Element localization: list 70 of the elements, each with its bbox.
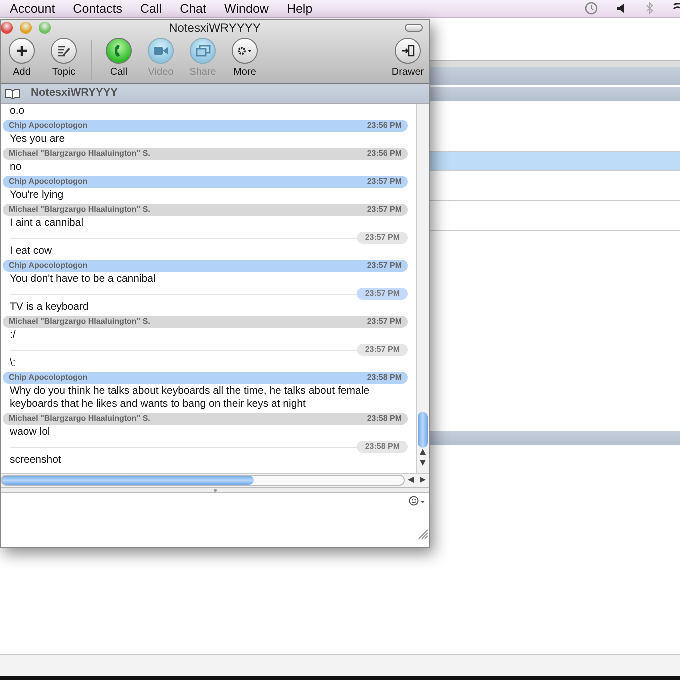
message-time: 23:57 PM	[357, 344, 408, 356]
sender-name: Michael "Blargzargo Hlaaluington" S.	[9, 413, 150, 425]
message-time: 23:58 PM	[367, 372, 402, 384]
message-text: screenshot	[9, 453, 62, 467]
scroll-left-arrow-icon[interactable]	[408, 477, 414, 483]
toolbar-button[interactable]: More	[225, 38, 265, 80]
bluetooth-icon[interactable]	[646, 2, 654, 15]
menu-item[interactable]: Chat	[180, 0, 206, 18]
toolbar-button[interactable]: Add	[2, 38, 42, 80]
sender-name: Chip Apocoloptogon	[9, 120, 88, 132]
window-title: NotesxiWRYYYY	[169, 20, 261, 36]
message-time: 23:56 PM	[367, 120, 402, 132]
sender-name: Chip Apocoloptogon	[9, 372, 88, 384]
menu-item[interactable]: Call	[140, 0, 162, 18]
scroll-down-arrow-icon[interactable]	[420, 460, 426, 466]
message-time: 23:57 PM	[367, 260, 402, 272]
message-time: 23:57 PM	[367, 204, 402, 216]
scroll-thumb[interactable]	[2, 476, 254, 485]
scroll-right-arrow-icon[interactable]	[420, 477, 426, 483]
message-time: 23:58 PM	[357, 441, 408, 453]
message-text: I eat cow	[9, 244, 54, 258]
scroll-up-arrow-icon[interactable]	[420, 449, 426, 455]
sender-name: Chip Apocoloptogon	[9, 176, 88, 188]
message-text: waow lol	[9, 425, 52, 439]
vertical-scrollbar[interactable]	[416, 104, 429, 473]
menu-item[interactable]: Contacts	[73, 0, 123, 18]
message-time: 23:58 PM	[367, 413, 402, 425]
plus-icon	[16, 45, 28, 57]
video-camera-icon	[154, 46, 168, 56]
message-text: I aint a cannibal	[9, 216, 85, 230]
message-time: 23:57 PM	[367, 316, 402, 328]
message-text: Why do you think he talks about keyboards all the time, he talks about female keyboards that he likes and wants to bang on their keys at night	[9, 384, 371, 411]
drawer-icon	[401, 45, 415, 57]
message-time: 23:57 PM	[367, 176, 402, 188]
sender-name: Michael "Blargzargo Hlaaluington" S.	[9, 148, 150, 160]
chat-room-title: NotesxiWRYYYY	[31, 86, 118, 102]
clock-icon[interactable]	[585, 2, 598, 15]
message-text: Yes you are	[9, 132, 66, 146]
close-button[interactable]	[1, 22, 13, 34]
message-text: :/	[9, 328, 17, 342]
menu-item[interactable]: Window	[224, 0, 269, 18]
resize-grip-icon[interactable]	[418, 528, 428, 539]
horizontal-scrollbar[interactable]	[1, 475, 405, 486]
sender-name: Michael "Blargzargo Hlaaluington" S.	[9, 316, 150, 328]
message-text: no	[9, 160, 23, 174]
message-text: You don't have to be a cannibal	[9, 272, 157, 286]
message-text: \:	[9, 356, 17, 370]
message-text: TV is a keyboard	[9, 300, 90, 314]
toolbar-button[interactable]: Topic	[44, 38, 84, 80]
gear-caret-icon	[237, 46, 253, 56]
message-time: 23:56 PM	[367, 148, 402, 160]
toolbar-button[interactable]: Drawer	[388, 38, 428, 80]
message-time: 23:57 PM	[357, 288, 408, 300]
book-icon	[5, 88, 21, 98]
sender-name: Chip Apocoloptogon	[9, 260, 88, 272]
message-text: You're lying	[9, 188, 65, 202]
zoom-button[interactable]	[39, 22, 51, 34]
screen-share-icon	[196, 45, 210, 57]
message-input-field[interactable]	[1, 493, 429, 547]
smiley-icon[interactable]	[409, 496, 425, 506]
note-pencil-icon	[57, 44, 71, 58]
scroll-thumb[interactable]	[418, 412, 428, 448]
menu-item[interactable]: Account	[10, 0, 56, 18]
toolbar-toggle-button[interactable]	[405, 24, 423, 32]
message-text: o.o	[9, 104, 26, 118]
minimize-button[interactable]	[20, 22, 32, 34]
toolbar-button[interactable]: Call	[99, 38, 139, 80]
menu-item[interactable]: Help	[286, 0, 313, 18]
message-time: 23:57 PM	[357, 232, 408, 244]
sender-name: Michael "Blargzargo Hlaaluington" S.	[9, 204, 150, 216]
